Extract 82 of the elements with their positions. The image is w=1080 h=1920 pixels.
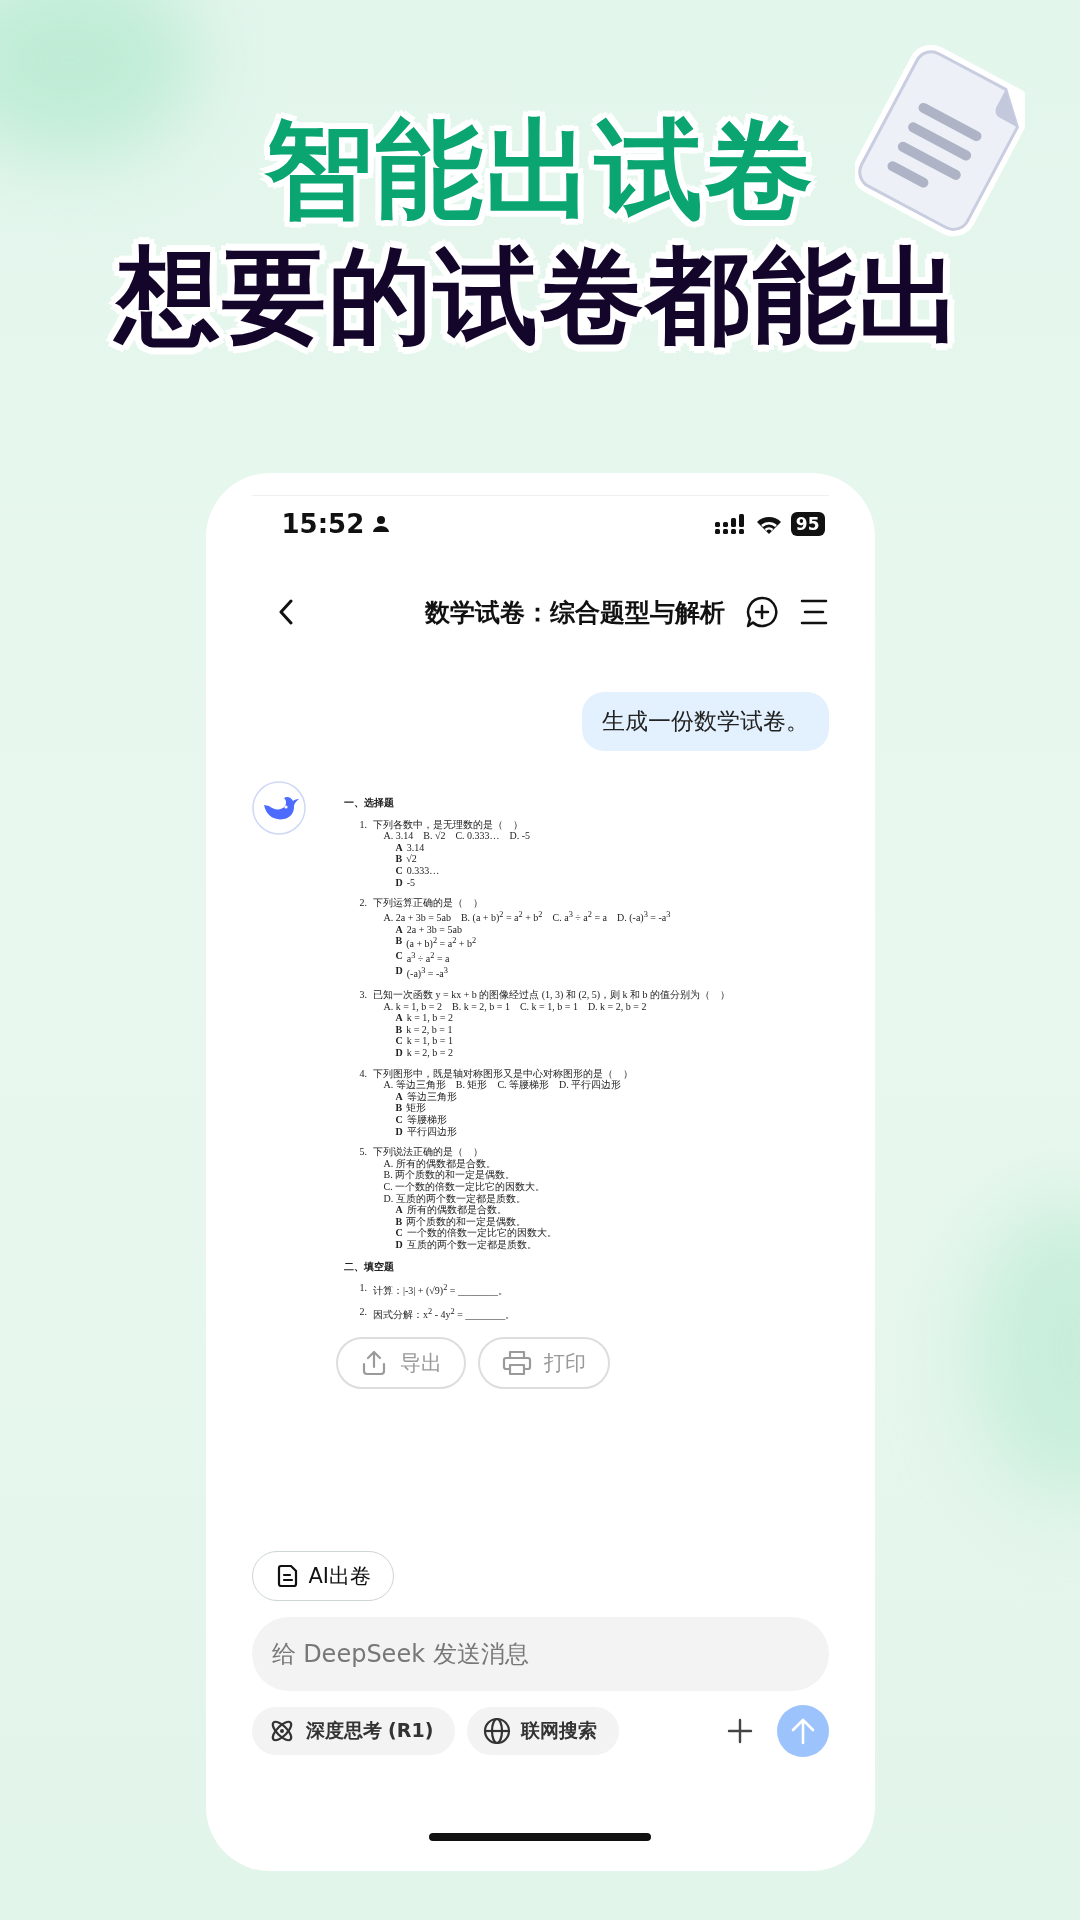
answer-letter: B: [395, 1102, 403, 1114]
answer-text: 互质的两个数一定都是质数。: [406, 1238, 537, 1251]
answer-letter: D: [395, 876, 403, 889]
new-chat-icon[interactable]: [744, 595, 779, 629]
answer-text: (a + b)$^{2}$ = a$^{2}$ + b$^{2}$: [406, 935, 477, 951]
message-input[interactable]: 给 DeepSeek 发送消息: [251, 1617, 829, 1691]
question-number: 1.: [359, 818, 367, 831]
answer-text: 平行四边形: [406, 1125, 457, 1138]
answer-letter: C: [395, 1035, 403, 1047]
chat-title: 数学试卷：综合题型与解析: [424, 596, 725, 629]
question-number: 4.: [359, 1067, 367, 1080]
section-title: 二、填空题: [343, 1260, 395, 1273]
question-number: 3.: [359, 989, 367, 1001]
answer-text: 等腰梯形: [406, 1113, 447, 1126]
answer-letter: A: [395, 841, 403, 854]
answer-letter: A: [395, 1090, 403, 1103]
answer-text: k = 2, b = 1: [406, 1023, 453, 1036]
plus-icon[interactable]: [726, 1718, 753, 1744]
answer-letter: C: [395, 1113, 403, 1126]
answer-text: k = 1, b = 2: [406, 1012, 453, 1024]
user-message: 生成一份数学试卷。: [581, 692, 829, 751]
signal-icon: [714, 513, 747, 535]
answer-letter: B: [395, 853, 403, 865]
option-line: A. 3.14 B. √2 C. 0.333… D. -5: [382, 830, 532, 842]
battery-level: 95: [790, 512, 825, 536]
answer-letter: C: [395, 864, 403, 877]
headline-title: 智能出试卷: [265, 108, 815, 233]
question-number: 2.: [359, 897, 367, 909]
option-line: C. 一个数的倍数一定比它的因数大。: [382, 1180, 547, 1193]
globe-icon: [483, 1717, 512, 1745]
answer-letter: C: [395, 950, 403, 964]
answer-text: √2: [406, 853, 417, 865]
answer-letter: B: [395, 1023, 403, 1036]
answer-letter: D: [395, 1125, 403, 1138]
answer-letter: B: [395, 1215, 403, 1228]
answer-text: 0.333…: [406, 864, 440, 877]
answer-text: 2a + 3b = 5ab: [406, 923, 462, 936]
answer-letter: D: [395, 1238, 403, 1251]
answer-text: 所有的偶数都是合数。: [406, 1204, 507, 1216]
option-line: A. 2a + 3b = 5ab B. (a + b)$^{2}$ = a$^{2}$ + b$^{2}$ C. a$^{3}$ ÷ a$^{2}$ = a D. (-a)$^{3}$ = -a$^{3}$: [382, 908, 672, 924]
option-line: A. 等边三角形 B. 矩形 C. 等腰梯形 D. 平行四边形: [383, 1079, 623, 1091]
answer-text: k = 1, b = 1: [406, 1035, 453, 1047]
question-text: 下列各数中，是无理数的是（ ）: [373, 818, 523, 831]
answer-letter: A: [395, 923, 403, 936]
menu-icon[interactable]: [798, 598, 829, 626]
question-text: 因式分解：x$^{2}$ - 4y$^{2}$ = ________。: [373, 1306, 516, 1321]
answer-letter: B: [395, 935, 403, 949]
printer-icon: [501, 1348, 532, 1377]
answer-text: 两个质数的和一定是偶数。: [406, 1215, 527, 1228]
option-line: A. k = 1, b = 2 B. k = 2, b = 1 C. k = 1, b = 1 D. k = 2, b = 2: [382, 1000, 648, 1013]
answer-text: a$^{3}$ ÷ a$^{2}$ = a: [406, 950, 450, 966]
answer-text: (-a)$^{3}$ = -a$^{3}$: [406, 965, 448, 981]
question-number: 2.: [359, 1306, 367, 1319]
answer-text: -5: [406, 876, 416, 889]
question-number: 1.: [359, 1282, 367, 1296]
answer-letter: D: [395, 1047, 403, 1059]
question-number: 5.: [359, 1146, 367, 1158]
option-line: B. 两个质数的和一定是偶数。: [382, 1169, 517, 1181]
answer-letter: A: [395, 1012, 403, 1024]
question-text: 下列运算正确的是（ ）: [373, 897, 483, 909]
arrow-up-icon: [789, 1717, 816, 1745]
answer-text: k = 2, b = 2: [406, 1047, 453, 1059]
answer-letter: A: [395, 1204, 403, 1216]
status-time: 15:52: [281, 509, 365, 539]
document-icon: [276, 1564, 299, 1588]
question-text: 下列说法正确的是（ ）: [373, 1146, 483, 1158]
mode-toggle[interactable]: 联网搜索: [467, 1707, 620, 1755]
question-text: 计算：|-3| + (√9)$^{2}$ = ________。: [373, 1282, 508, 1297]
section-title: 一、选择题: [343, 797, 395, 809]
question-text: 已知一次函数 y = kx + b 的图像经过点 (1, 3) 和 (2, 5)，则 k 和 b 的值分别为（ ）: [373, 989, 731, 1001]
mode-toggle[interactable]: 深度思考 (R1): [251, 1707, 456, 1755]
question-text: 下列图形中，既是轴对称图形又是中心对称图形的是（ ）: [373, 1067, 633, 1080]
exam-tool-chip[interactable]: AI出卷: [251, 1551, 395, 1601]
option-line: A. 所有的偶数都是合数。: [382, 1157, 497, 1170]
answer-text: 3.14: [406, 841, 425, 854]
person-icon: [372, 515, 391, 533]
answer-text: 一个数的倍数一定比它的因数大。: [406, 1227, 557, 1239]
option-line: D. 互质的两个数一定都是质数。: [382, 1192, 527, 1204]
answer-letter: C: [395, 1227, 403, 1239]
answer-text: 矩形: [406, 1102, 427, 1114]
answer-letter: D: [395, 965, 403, 979]
answer-text: 等边三角形: [406, 1090, 457, 1103]
